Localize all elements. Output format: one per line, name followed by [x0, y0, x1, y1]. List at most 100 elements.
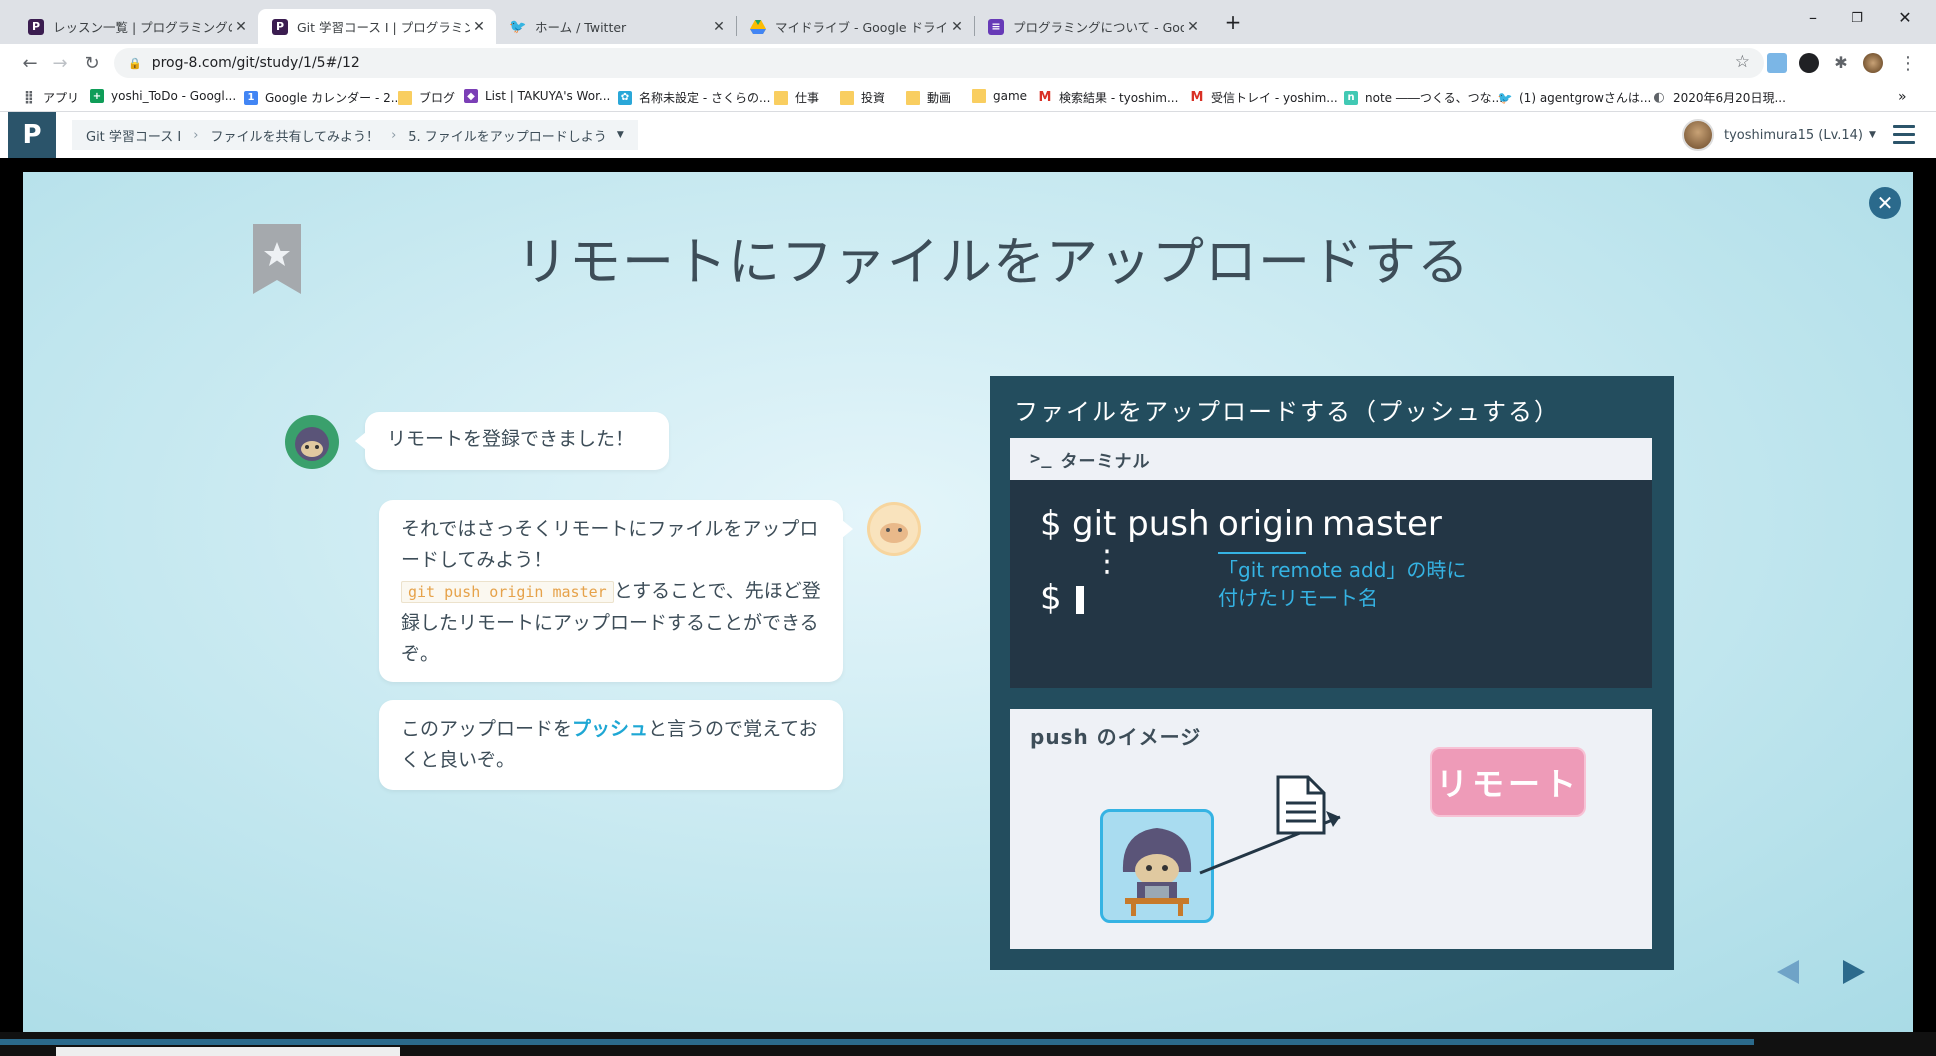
browser-tab-forms[interactable]: ≡ プログラミングについて - Google フォー ✕ [974, 9, 1210, 44]
inline-code: git push origin master [401, 581, 614, 603]
sheets-icon: + [90, 89, 104, 103]
close-tab-icon[interactable]: ✕ [232, 19, 250, 35]
browser-tab-git-course[interactable]: P Git 学習コース I | プログラミングの入門 ✕ [258, 9, 496, 44]
extension-icon[interactable] [1767, 53, 1787, 73]
close-tab-icon[interactable]: ✕ [470, 19, 488, 35]
avatar [1682, 119, 1714, 151]
push-diagram: push のイメージ リモート [1010, 709, 1652, 949]
bookmark-item[interactable]: M 受信トレイ - yoshim... [1190, 89, 1338, 106]
breadcrumb: Git 学習コース I › ファイルを共有してみよう！ › 5. ファイルをアッ… [72, 120, 638, 150]
bookmarks-overflow[interactable]: » [1898, 89, 1907, 105]
command-origin: origin [1218, 504, 1315, 544]
progate-icon: P [272, 18, 288, 35]
back-icon[interactable]: ← [16, 49, 44, 77]
progress-bar-area [0, 1032, 1936, 1056]
prompt-dollar-2: $ [1040, 578, 1062, 618]
terminal-icon: >_ [1030, 449, 1053, 469]
note-line: 付けたリモート名 [1218, 586, 1378, 610]
twitter-icon: 🐦 [509, 18, 527, 35]
close-slide-button[interactable]: ✕ [1869, 187, 1901, 219]
drive-icon [750, 19, 766, 35]
caret-down-icon[interactable]: ▼ [617, 130, 624, 140]
note-line: 「git remote add」の時に [1218, 558, 1467, 582]
terminal-label: ターミナル [1060, 451, 1151, 472]
prompt-dollar: $ [1040, 504, 1062, 544]
bookmark-item[interactable]: n note ――つくる、つな... [1344, 89, 1503, 106]
next-slide-arrow-icon[interactable] [1843, 960, 1865, 984]
close-window-button[interactable]: ✕ [1890, 8, 1920, 27]
bookmark-item[interactable]: ◆ List | TAKUYA's Wor... [464, 89, 610, 103]
new-tab-button[interactable]: + [1218, 10, 1248, 34]
close-tab-icon[interactable]: ✕ [1184, 19, 1202, 35]
bookmark-apps[interactable]: ⣿ アプリ [22, 89, 79, 106]
bookmark-folder[interactable]: ブログ [398, 89, 455, 106]
chevron-right-icon: › [391, 127, 397, 143]
calendar-icon: 1 [244, 90, 258, 105]
site-header: P Git 学習コース I › ファイルを共有してみよう！ › 5. ファイルを… [0, 112, 1936, 158]
browser-tab-lessons[interactable]: P レッスン一覧 | プログラミングの入門な ✕ [14, 9, 258, 44]
bookmark-item[interactable]: ◐ 2020年6月20日現... [1652, 89, 1786, 106]
sakura-icon: ✿ [618, 90, 632, 105]
chat-bubble-sheep: それではさっそくリモートにファイルをアップロードしてみよう！ git push … [379, 500, 853, 682]
address-bar[interactable]: 🔒 prog-8.com/git/study/1/5#/12 ☆ [114, 48, 1764, 78]
globe-icon: ◐ [1653, 90, 1665, 105]
breadcrumb-lesson[interactable]: 5. ファイルをアップロードしよう [408, 126, 607, 145]
bookmark-item[interactable]: ✿ 名称未設定 - さくらの... [618, 89, 770, 106]
bookmark-item[interactable]: 🐦 (1) agentgrowさんは... [1497, 89, 1652, 106]
push-arrow-icon [1199, 811, 1341, 875]
forward-icon[interactable]: → [46, 49, 74, 77]
breadcrumb-course[interactable]: Git 学習コース I [86, 126, 181, 145]
prev-slide-arrow-icon[interactable] [1777, 960, 1799, 984]
origin-underline [1218, 552, 1306, 554]
command-git-push: git push [1072, 504, 1210, 544]
slide: ✕ リモートにファイルをアップロードする リモートを登録できました！ それではさ… [23, 172, 1913, 1032]
restore-button[interactable]: ❐ [1842, 11, 1872, 26]
minimize-button[interactable]: – [1798, 8, 1828, 27]
bookmark-item[interactable]: 1 Google カレンダー - 2... [244, 89, 402, 106]
bookmark-folder[interactable]: 投資 [840, 89, 885, 106]
progate-logo[interactable]: P [8, 112, 56, 158]
gmail-icon: M [1190, 90, 1204, 105]
extension-chat-icon[interactable] [1799, 53, 1819, 73]
profile-avatar[interactable] [1863, 53, 1883, 73]
lesson-progress-bar [0, 1039, 1754, 1045]
browser-tab-strip: P レッスン一覧 | プログラミングの入門な ✕ P Git 学習コース I |… [0, 0, 1936, 44]
twitter-icon: 🐦 [1497, 90, 1513, 105]
tab-title: ホーム / Twitter [535, 20, 627, 35]
folder-icon [840, 90, 854, 105]
panel-title: ファイルをアップロードする（プッシュする） [1014, 398, 1560, 426]
hamburger-menu-icon[interactable] [1893, 125, 1915, 145]
close-tab-icon[interactable]: ✕ [948, 19, 966, 35]
terminal-cursor [1076, 586, 1084, 614]
bookmark-folder[interactable]: 動画 [906, 89, 951, 106]
puzzle-icon[interactable]: ✱ [1831, 53, 1851, 73]
menu-dots-icon[interactable]: ⋮ [1894, 49, 1922, 77]
bookmark-folder[interactable]: 仕事 [774, 89, 819, 106]
page-footer-block [56, 1047, 400, 1056]
sheep-avatar [867, 502, 921, 556]
user-name: tyoshimura15 (Lv.14) [1724, 127, 1864, 143]
close-tab-icon[interactable]: ✕ [710, 19, 728, 35]
tab-title: マイドライブ - Google ドライブ [775, 20, 948, 35]
bubble-text: それではさっそくリモートにファイルをアップロードしてみよう！ [401, 518, 819, 571]
bubble-text: このアップロードを [401, 718, 573, 740]
apps-icon: ⣿ [23, 90, 35, 105]
remote-name-note: 「git remote add」の時に 付けたリモート名 [1218, 556, 1466, 612]
folder-icon [906, 90, 920, 105]
bookmark-folder[interactable]: game [972, 89, 1027, 103]
document-icon [1276, 775, 1326, 835]
user-menu[interactable]: tyoshimura15 (Lv.14) ▼ [1682, 119, 1876, 151]
command-master: master [1322, 504, 1442, 544]
bookmark-item[interactable]: M 検索結果 - tyoshim... [1038, 89, 1179, 106]
caret-down-icon: ▼ [1869, 130, 1876, 140]
breadcrumb-chapter[interactable]: ファイルを共有してみよう！ [210, 126, 379, 145]
bookmark-item[interactable]: + yoshi_ToDo - Googl... [90, 89, 236, 103]
chat-bubble-ninja: リモートを登録できました！ [355, 412, 669, 470]
bookmark-ribbon-icon[interactable] [253, 224, 301, 294]
browser-tab-drive[interactable]: マイドライブ - Google ドライブ ✕ [736, 9, 974, 44]
browser-tab-twitter[interactable]: 🐦 ホーム / Twitter ✕ [496, 9, 736, 44]
push-image-label: push のイメージ [1030, 725, 1202, 749]
star-icon[interactable]: ☆ [1735, 52, 1750, 72]
terminal-header: >_ ターミナル [1010, 438, 1652, 480]
reload-icon[interactable]: ↻ [78, 49, 106, 77]
